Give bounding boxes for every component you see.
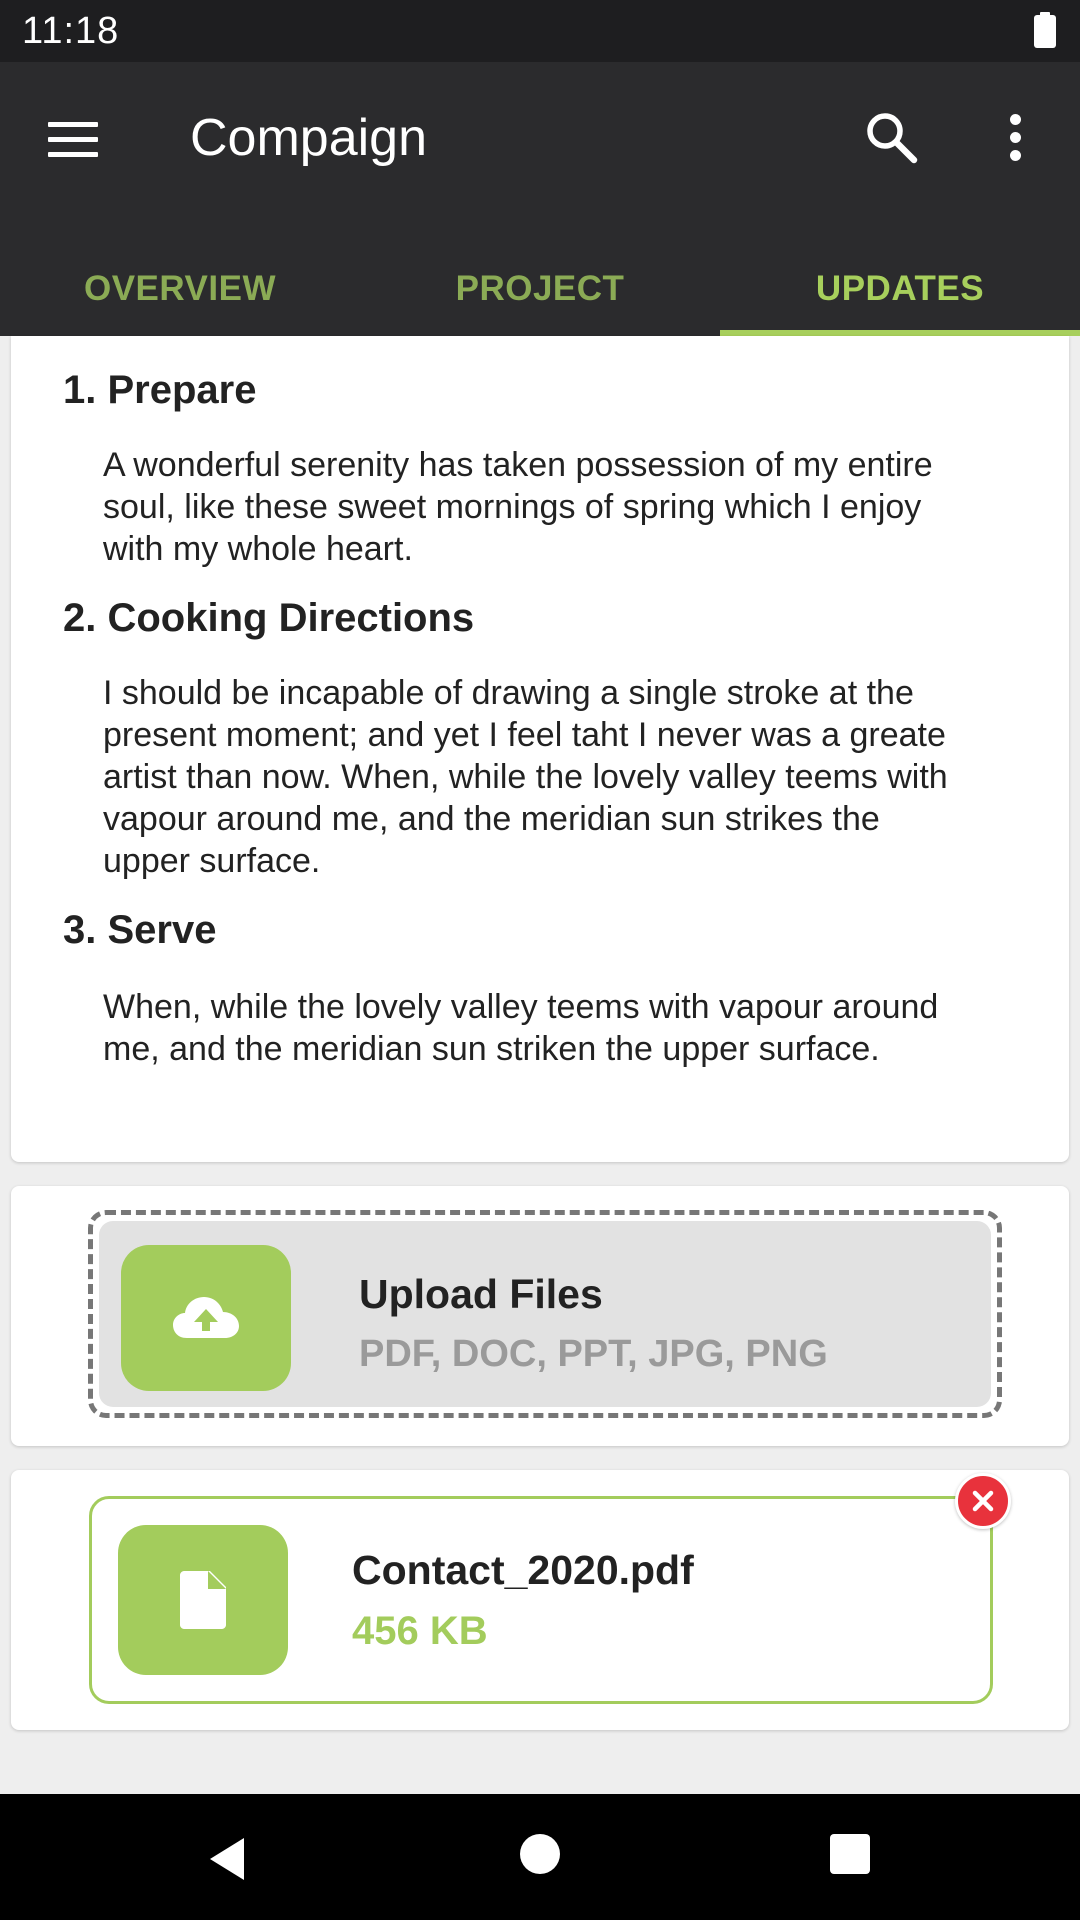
tab-overview[interactable]: OVERVIEW (0, 242, 360, 336)
tab-bar: OVERVIEW PROJECT UPDATES (0, 242, 1080, 336)
upload-formats: PDF, DOC, PPT, JPG, PNG (359, 1333, 828, 1375)
tab-project[interactable]: PROJECT (360, 242, 720, 336)
step-title: 1. Prepare (63, 368, 257, 412)
page-title: Compaign (190, 109, 428, 167)
file-size: 456 KB (352, 1609, 488, 1653)
file-name: Contact_2020.pdf (352, 1547, 694, 1593)
upload-title: Upload Files (359, 1271, 603, 1317)
cloud-upload-icon (121, 1245, 291, 1391)
battery-icon (1034, 12, 1056, 48)
step-title: 2. Cooking Directions (63, 596, 475, 640)
file-icon (118, 1525, 288, 1675)
app-bar: Compaign OVERVIEW PROJECT UPDATES (0, 62, 1080, 336)
tab-updates[interactable]: UPDATES (720, 242, 1080, 336)
status-time: 11:18 (22, 10, 120, 52)
close-icon (972, 1490, 994, 1512)
updates-content-card: 1. Prepare A wonderful serenity has take… (11, 336, 1069, 1162)
step-title: 3. Serve (63, 908, 217, 952)
search-icon[interactable] (862, 108, 922, 168)
step-body: I should be incapable of drawing a singl… (103, 674, 948, 880)
system-nav-bar (0, 1794, 1080, 1920)
back-icon[interactable] (204, 1834, 254, 1884)
step-body: When, while the lovely valley teems with… (103, 988, 939, 1068)
home-icon[interactable] (520, 1834, 560, 1874)
status-bar: 11:18 (0, 0, 1080, 62)
menu-icon[interactable] (48, 120, 98, 160)
upload-dropzone[interactable]: Upload Files PDF, DOC, PPT, JPG, PNG (88, 1210, 1002, 1418)
attached-file-card: Contact_2020.pdf 456 KB (11, 1470, 1069, 1730)
upload-card: Upload Files PDF, DOC, PPT, JPG, PNG (11, 1186, 1069, 1446)
step-body: A wonderful serenity has taken possessio… (103, 446, 933, 568)
recents-icon[interactable] (830, 1834, 870, 1874)
remove-file-button[interactable] (955, 1473, 1011, 1529)
file-item[interactable]: Contact_2020.pdf 456 KB (89, 1496, 993, 1704)
more-options-icon[interactable] (996, 108, 1036, 168)
